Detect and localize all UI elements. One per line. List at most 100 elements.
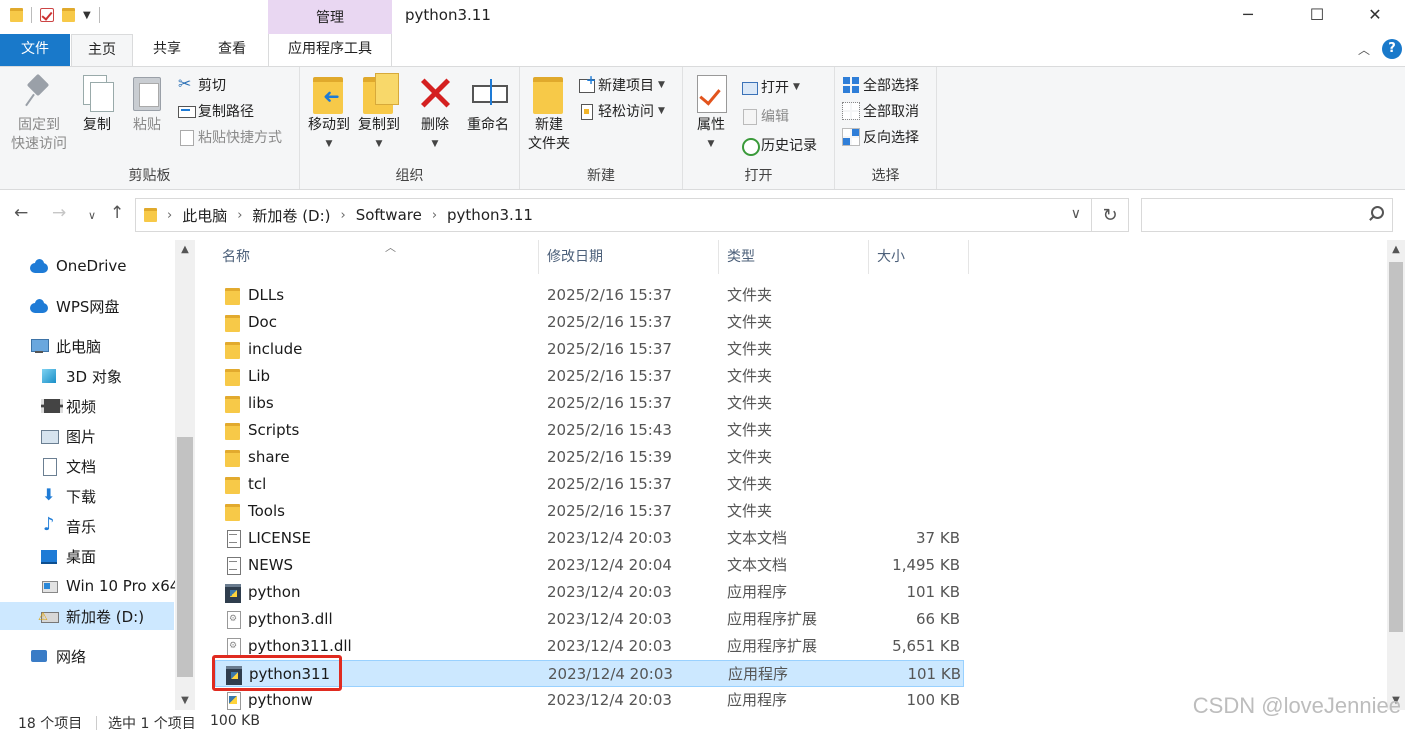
chevron-right-icon[interactable]: › xyxy=(432,208,437,223)
open-icon xyxy=(741,79,758,95)
maximize-button[interactable]: ☐ xyxy=(1294,0,1340,32)
file-row[interactable]: python3.dll 2023/12/4 20:03 应用程序扩展 66 KB xyxy=(215,606,964,633)
nav-item-drive-d[interactable]: 新加卷 (D:) xyxy=(0,602,174,630)
file-row[interactable]: Doc 2025/2/16 15:37 文件夹 xyxy=(215,309,964,336)
chevron-right-icon[interactable]: › xyxy=(341,208,346,223)
nav-item-wps[interactable]: WPS网盘 xyxy=(0,292,174,320)
minimize-button[interactable]: ─ xyxy=(1225,0,1271,32)
customize-qat-icon[interactable]: ▼ xyxy=(83,10,91,21)
move-to-button[interactable]: 移动到 ▼ xyxy=(304,73,354,154)
file-row[interactable]: NEWS 2023/12/4 20:04 文本文档 1,495 KB xyxy=(215,552,964,579)
pin-quick-access-button[interactable]: 固定到 快速访问 xyxy=(6,73,72,154)
nav-item-music[interactable]: 音乐 xyxy=(0,512,174,540)
column-header-size[interactable]: 大小 xyxy=(869,240,969,274)
folder-icon[interactable] xyxy=(10,8,23,22)
history-button[interactable]: 历史记录 xyxy=(741,135,817,156)
nav-item-downloads[interactable]: 下载 xyxy=(0,482,174,510)
edit-button[interactable]: 编辑 xyxy=(741,106,789,126)
file-row[interactable]: share 2025/2/16 15:39 文件夹 xyxy=(215,444,964,471)
back-arrow-icon[interactable]: ← xyxy=(14,203,28,223)
file-row[interactable]: python 2023/12/4 20:03 应用程序 101 KB xyxy=(215,579,964,606)
scrollbar-thumb[interactable] xyxy=(177,437,193,677)
column-header-date[interactable]: 修改日期 xyxy=(539,240,719,274)
paste-button[interactable]: 粘贴 xyxy=(126,73,168,135)
nav-item-this-pc[interactable]: 此电脑 xyxy=(0,332,174,360)
scroll-up-icon[interactable]: ▲ xyxy=(1387,244,1405,255)
nav-item-desktop[interactable]: 桌面 xyxy=(0,542,174,570)
tab-share[interactable]: 共享 xyxy=(140,34,194,66)
close-button[interactable]: ✕ xyxy=(1352,0,1398,32)
nav-item-documents[interactable]: 文档 xyxy=(0,452,174,480)
chevron-down-icon[interactable]: ∨ xyxy=(1071,206,1081,222)
breadcrumb-python311[interactable]: python3.11 xyxy=(447,206,533,224)
scrollbar-thumb[interactable] xyxy=(1389,262,1403,632)
new-folder-button[interactable]: 新建 文件夹 xyxy=(524,73,574,154)
file-type: 应用程序 xyxy=(728,665,789,683)
easy-access-button[interactable]: 轻松访问 ▼ xyxy=(578,101,665,121)
copy-to-button[interactable]: 复制到 ▼ xyxy=(354,73,404,154)
nav-item-videos[interactable]: 视频 xyxy=(0,392,174,420)
file-list-scrollbar[interactable]: ▲ ▼ xyxy=(1387,240,1405,710)
chevron-right-icon[interactable]: › xyxy=(237,208,242,223)
file-row[interactable]: include 2025/2/16 15:37 文件夹 xyxy=(215,336,964,363)
file-list: 名称 ︿ 修改日期 类型 大小 DLLs 2025/2/16 15:37 文件夹 Do… xyxy=(200,240,1385,710)
cut-button[interactable]: 剪切 xyxy=(178,74,226,95)
properties-button[interactable]: 属性 ▼ xyxy=(689,73,733,154)
select-all-button[interactable]: 全部选择 xyxy=(843,75,919,95)
column-header-name[interactable]: 名称 ︿ xyxy=(214,240,539,274)
nav-item-3d-objects[interactable]: 3D 对象 xyxy=(0,362,174,390)
copy-button[interactable]: 复制 xyxy=(76,73,118,135)
tab-home[interactable]: 主页 xyxy=(71,34,133,67)
file-size xyxy=(865,309,960,336)
collapse-ribbon-icon[interactable]: ︿ xyxy=(1358,41,1370,58)
invert-selection-button[interactable]: 反向选择 xyxy=(842,127,919,147)
divider xyxy=(96,716,97,730)
properties-icon[interactable] xyxy=(40,8,54,22)
nav-item-pictures[interactable]: 图片 xyxy=(0,422,174,450)
search-input[interactable] xyxy=(1141,198,1393,232)
nav-pane-scrollbar[interactable]: ▲ ▼ xyxy=(175,240,195,710)
select-none-button[interactable]: 全部取消 xyxy=(842,101,919,121)
breadcrumb-this-pc[interactable]: 此电脑 xyxy=(182,205,227,226)
file-row[interactable]: Tools 2025/2/16 15:37 文件夹 xyxy=(215,498,964,525)
red-highlight-box xyxy=(212,655,342,691)
scroll-up-icon[interactable]: ▲ xyxy=(175,244,195,255)
chevron-right-icon[interactable]: › xyxy=(167,208,172,223)
nav-item-onedrive[interactable]: OneDrive xyxy=(0,252,174,280)
new-item-button[interactable]: 新建项目 ▼ xyxy=(578,73,665,95)
select-all-icon xyxy=(843,77,859,93)
refresh-button[interactable]: ↻ xyxy=(1092,198,1129,232)
tab-app-tools[interactable]: 应用程序工具 xyxy=(268,34,392,66)
rename-button[interactable]: 重命名 xyxy=(460,73,516,135)
delete-button[interactable]: 删除 ▼ xyxy=(414,73,456,154)
file-row[interactable]: LICENSE 2023/12/4 20:03 文本文档 37 KB xyxy=(215,525,964,552)
tab-manage[interactable]: 管理 xyxy=(268,0,392,34)
file-row[interactable]: libs 2025/2/16 15:37 文件夹 xyxy=(215,390,964,417)
address-bar[interactable]: › 此电脑 › 新加卷 (D:) › Software › python3.11… xyxy=(135,198,1092,232)
new-folder-icon[interactable] xyxy=(62,8,75,22)
up-arrow-icon[interactable]: ↑ xyxy=(110,203,124,223)
recent-locations-icon[interactable]: ∨ xyxy=(88,209,96,222)
file-row[interactable]: DLLs 2025/2/16 15:37 文件夹 xyxy=(215,282,964,309)
item-count: 18 个项目 xyxy=(18,716,83,732)
nav-item-network[interactable]: 网络 xyxy=(0,642,174,670)
file-row[interactable]: Scripts 2025/2/16 15:43 文件夹 xyxy=(215,417,964,444)
breadcrumb-drive-d[interactable]: 新加卷 (D:) xyxy=(252,205,330,226)
column-header-type[interactable]: 类型 xyxy=(719,240,869,274)
help-icon[interactable]: ? xyxy=(1382,39,1402,59)
file-row[interactable]: tcl 2025/2/16 15:37 文件夹 xyxy=(215,471,964,498)
scroll-down-icon[interactable]: ▼ xyxy=(175,695,195,706)
nav-item-win10-drive[interactable]: Win 10 Pro x64 xyxy=(0,572,179,600)
nav-item-label: 音乐 xyxy=(66,517,97,536)
open-button[interactable]: 打开 ▼ xyxy=(741,77,800,97)
copy-path-button[interactable]: 复制路径 xyxy=(178,101,254,121)
tab-view[interactable]: 查看 xyxy=(205,34,259,66)
nav-item-label: 桌面 xyxy=(66,547,97,566)
forward-arrow-icon[interactable]: → xyxy=(52,203,66,223)
file-type: 文件夹 xyxy=(727,394,773,412)
file-row[interactable]: Lib 2025/2/16 15:37 文件夹 xyxy=(215,363,964,390)
pictures-icon xyxy=(40,428,59,444)
tab-file[interactable]: 文件 xyxy=(0,34,70,66)
paste-shortcut-button[interactable]: 粘贴快捷方式 xyxy=(178,127,282,147)
breadcrumb-software[interactable]: Software xyxy=(356,206,422,224)
